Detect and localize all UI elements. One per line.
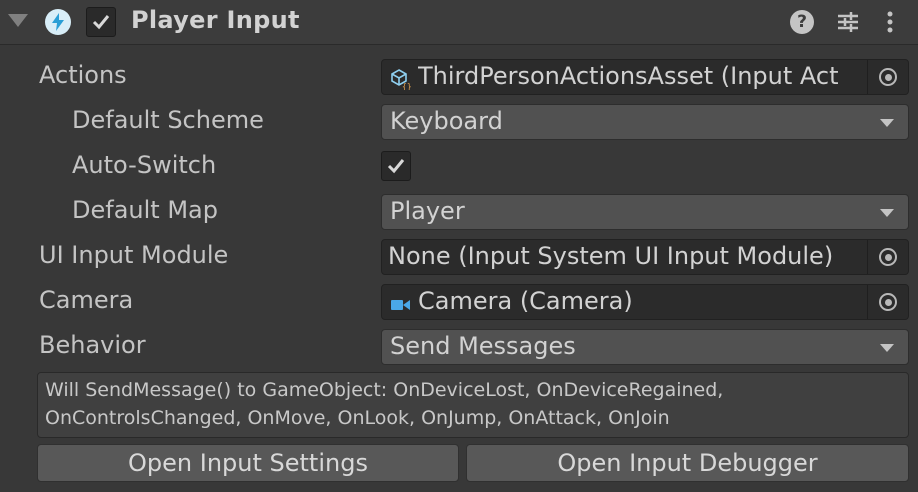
input-system-icon [45, 9, 71, 35]
camera-icon [390, 293, 412, 313]
default-map-label: Default Map [72, 196, 218, 224]
component-header[interactable]: Player Input ? [0, 0, 918, 45]
actions-object-field[interactable]: {} ThirdPersonActionsAsset (Input Act [381, 59, 909, 95]
ui-input-module-picker-button[interactable] [867, 240, 908, 274]
camera-object-field[interactable]: Camera (Camera) [381, 284, 909, 320]
component-title: Player Input [131, 6, 300, 34]
presets-icon[interactable] [836, 10, 860, 34]
object-picker-icon [879, 248, 897, 266]
actions-picker-button[interactable] [867, 60, 908, 94]
default-map-dropdown[interactable]: Player [381, 194, 909, 230]
camera-label: Camera [39, 286, 134, 314]
ui-input-module-object-field[interactable]: None (Input System UI Input Module) [381, 239, 909, 275]
chevron-down-icon [880, 209, 894, 217]
actions-label: Actions [39, 61, 127, 89]
kebab-menu-icon[interactable] [882, 9, 898, 35]
object-picker-icon [879, 293, 897, 311]
auto-switch-checkbox[interactable] [381, 151, 411, 181]
actions-value: ThirdPersonActionsAsset (Input Act [418, 62, 839, 90]
open-input-settings-button[interactable]: Open Input Settings [37, 444, 459, 482]
check-icon [387, 159, 405, 174]
behavior-label: Behavior [39, 331, 146, 359]
help-line-2: OnControlsChanged, OnMove, OnLook, OnJum… [45, 407, 670, 429]
behavior-help-box: Will SendMessage() to GameObject: OnDevi… [37, 372, 909, 438]
camera-value: Camera (Camera) [418, 287, 633, 315]
foldout-arrow-icon[interactable] [8, 14, 28, 27]
component-enabled-checkbox[interactable] [86, 7, 116, 37]
svg-text:{}: {} [402, 82, 412, 90]
behavior-value: Send Messages [390, 332, 576, 360]
auto-switch-label: Auto-Switch [72, 151, 217, 179]
default-scheme-dropdown[interactable]: Keyboard [381, 104, 909, 140]
object-picker-icon [879, 68, 897, 86]
default-scheme-label: Default Scheme [72, 106, 264, 134]
default-map-value: Player [390, 197, 465, 225]
help-icon[interactable]: ? [790, 10, 814, 34]
chevron-down-icon [880, 119, 894, 127]
ui-input-module-label: UI Input Module [39, 241, 229, 269]
default-scheme-value: Keyboard [390, 107, 503, 135]
help-line-1: Will SendMessage() to GameObject: OnDevi… [45, 379, 724, 401]
input-actions-asset-icon: {} [390, 68, 412, 91]
open-input-debugger-button[interactable]: Open Input Debugger [466, 444, 909, 482]
camera-picker-button[interactable] [867, 285, 908, 319]
behavior-dropdown[interactable]: Send Messages [381, 329, 909, 365]
chevron-down-icon [880, 344, 894, 352]
ui-input-module-value: None (Input System UI Input Module) [388, 242, 834, 270]
